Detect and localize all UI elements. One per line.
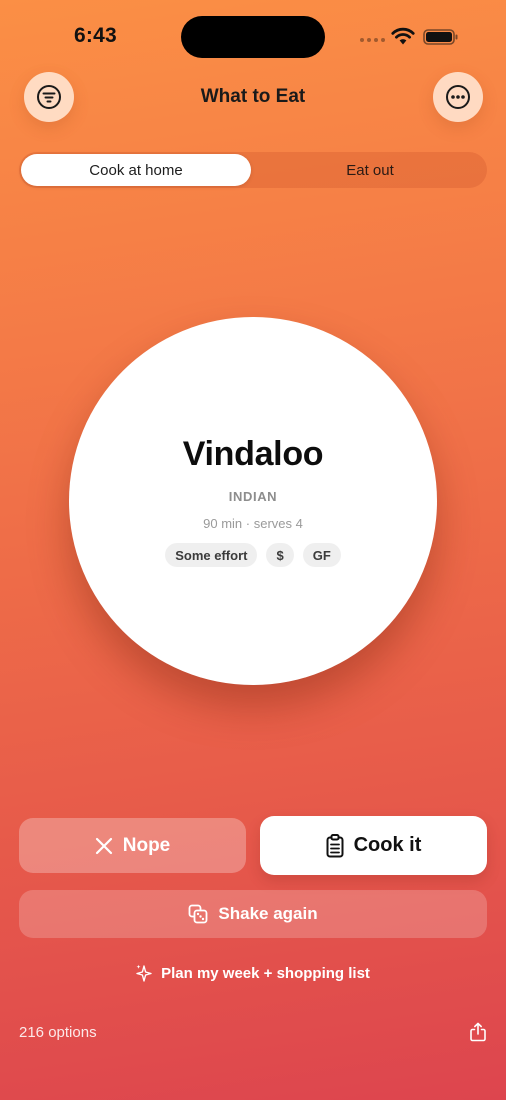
more-button[interactable] <box>433 72 483 122</box>
plan-week-label: Plan my week + shopping list <box>161 964 370 982</box>
tag-price: $ <box>266 543 294 567</box>
wifi-icon <box>391 27 415 45</box>
dish-tags: Some effort $ GF <box>69 543 437 567</box>
close-icon <box>95 837 112 854</box>
nope-button[interactable]: Nope <box>19 818 246 873</box>
clipboard-icon <box>326 833 344 857</box>
dish-meta: 90 min · serves 4 <box>203 516 303 531</box>
segment-cook-at-home[interactable]: Cook at home <box>21 154 251 186</box>
cellular-signal-icon <box>360 38 385 42</box>
dynamic-island <box>181 16 325 58</box>
dice-icon <box>188 904 208 924</box>
battery-icon <box>423 29 458 45</box>
cook-it-button[interactable]: Cook it <box>260 816 487 875</box>
more-icon <box>446 85 470 109</box>
tag-effort: Some effort <box>165 543 258 567</box>
tag-dietary: GF <box>302 543 341 567</box>
dish-cuisine: INDIAN <box>228 489 278 504</box>
status-time: 6:43 <box>74 24 117 47</box>
plan-week-link[interactable]: Plan my week + shopping list <box>0 964 506 982</box>
sparkle-icon <box>136 964 152 982</box>
nope-label: Nope <box>122 834 171 856</box>
mode-segmented-control: Cook at home Eat out <box>19 152 487 188</box>
shake-again-label: Shake again <box>218 904 318 923</box>
dish-card[interactable]: Vindaloo INDIAN 90 min · serves 4 Some e… <box>69 317 437 685</box>
segment-eat-out[interactable]: Eat out <box>255 154 485 186</box>
dish-name: Vindaloo <box>182 435 324 473</box>
cook-it-label: Cook it <box>353 834 422 856</box>
share-icon[interactable] <box>469 1022 487 1042</box>
options-count: 216 options <box>19 1024 97 1041</box>
status-bar: 6:43 <box>0 0 506 60</box>
page-title: What to Eat <box>200 86 306 107</box>
shake-again-button[interactable]: Shake again <box>19 890 487 938</box>
